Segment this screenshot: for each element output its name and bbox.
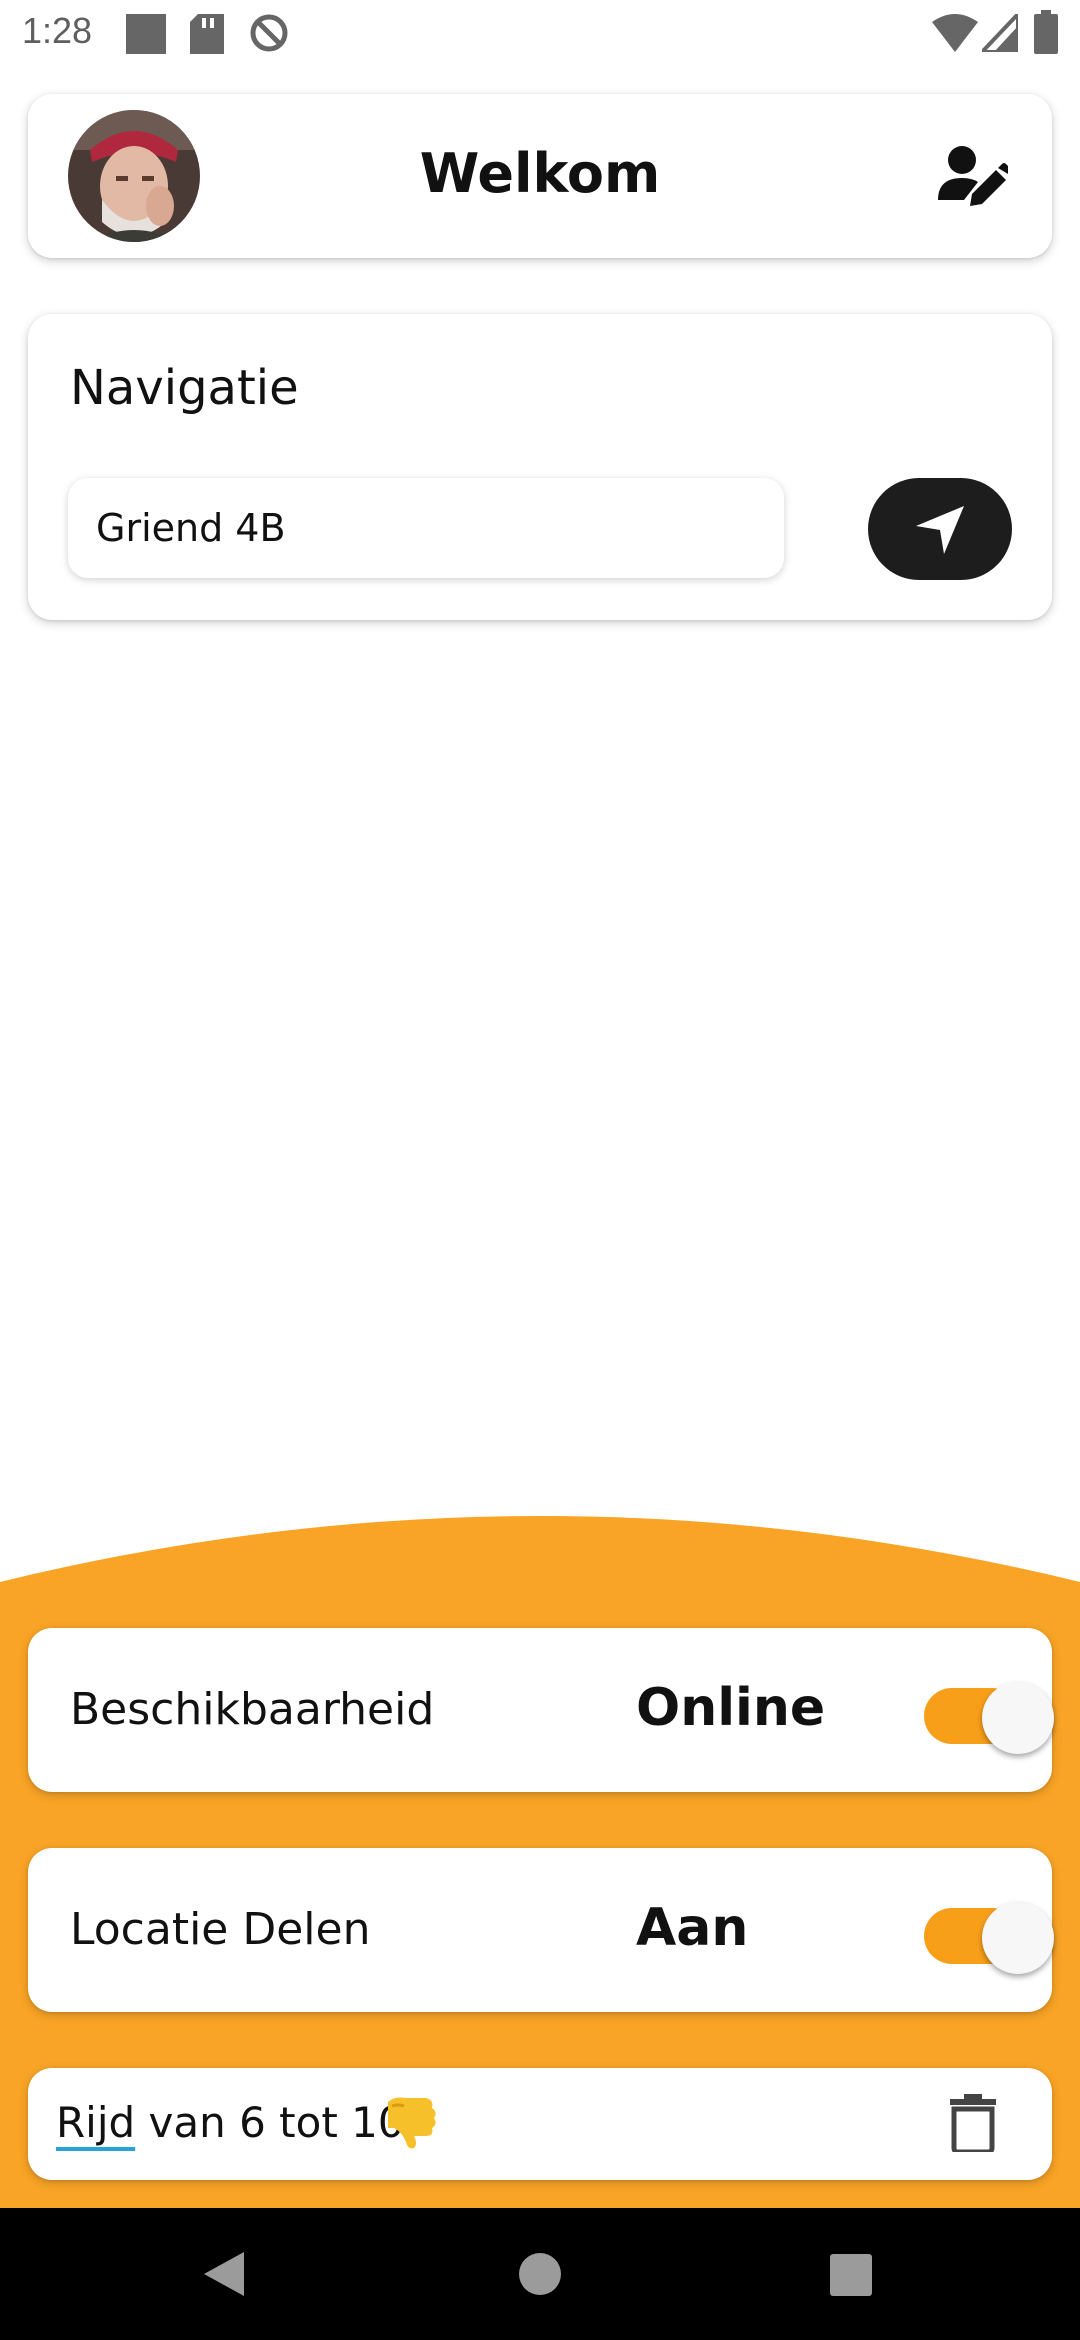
switch-thumb bbox=[982, 1902, 1054, 1974]
note-text[interactable]: Rijd van 6 tot 10 bbox=[56, 2098, 405, 2147]
trash-icon bbox=[950, 2094, 996, 2155]
home-icon[interactable] bbox=[518, 2252, 562, 2296]
edit-profile-icon bbox=[938, 146, 1011, 206]
no-sync-icon bbox=[250, 14, 288, 52]
system-navigation-bar bbox=[0, 2208, 1080, 2340]
battery-icon bbox=[1034, 10, 1058, 54]
note-rest: van 6 tot 10 bbox=[135, 2098, 405, 2147]
page-title: Welkom bbox=[419, 142, 661, 205]
availability-status: Online bbox=[636, 1678, 826, 1738]
note-first-word: Rijd bbox=[56, 2098, 136, 2147]
header-card: Welkom bbox=[28, 94, 1052, 258]
location-sharing-card: Locatie Delen Aan bbox=[28, 1848, 1054, 2012]
recents-icon[interactable] bbox=[830, 2254, 872, 2296]
location-sharing-status: Aan bbox=[636, 1898, 749, 1958]
sd-card-icon bbox=[190, 14, 224, 54]
status-time: 1:28 bbox=[22, 10, 93, 51]
back-icon[interactable] bbox=[204, 2252, 246, 2296]
location-sharing-switch[interactable] bbox=[896, 1886, 1054, 1974]
navigation-card: Navigatie bbox=[28, 314, 1052, 620]
signal-icon bbox=[982, 14, 1018, 52]
availability-switch[interactable] bbox=[896, 1666, 1054, 1754]
location-sharing-label: Locatie Delen bbox=[70, 1904, 371, 1955]
edit-profile-button[interactable] bbox=[938, 144, 1011, 208]
navigation-arrow-icon bbox=[916, 506, 964, 554]
availability-label: Beschikbaarheid bbox=[70, 1684, 435, 1735]
wifi-icon bbox=[932, 14, 978, 52]
note-card[interactable]: Rijd van 6 tot 10 bbox=[28, 2068, 1052, 2180]
switch-thumb bbox=[982, 1682, 1054, 1754]
destination-input[interactable] bbox=[68, 478, 784, 578]
delete-note-button[interactable] bbox=[950, 2094, 996, 2155]
status-bar: 1:28 bbox=[0, 0, 1080, 66]
availability-card: Beschikbaarheid Online bbox=[28, 1628, 1054, 1792]
start-navigation-button[interactable] bbox=[868, 478, 1012, 580]
navigation-title: Navigatie bbox=[70, 360, 299, 416]
square-icon bbox=[126, 14, 166, 54]
thumbs-down-icon bbox=[388, 2097, 436, 2149]
